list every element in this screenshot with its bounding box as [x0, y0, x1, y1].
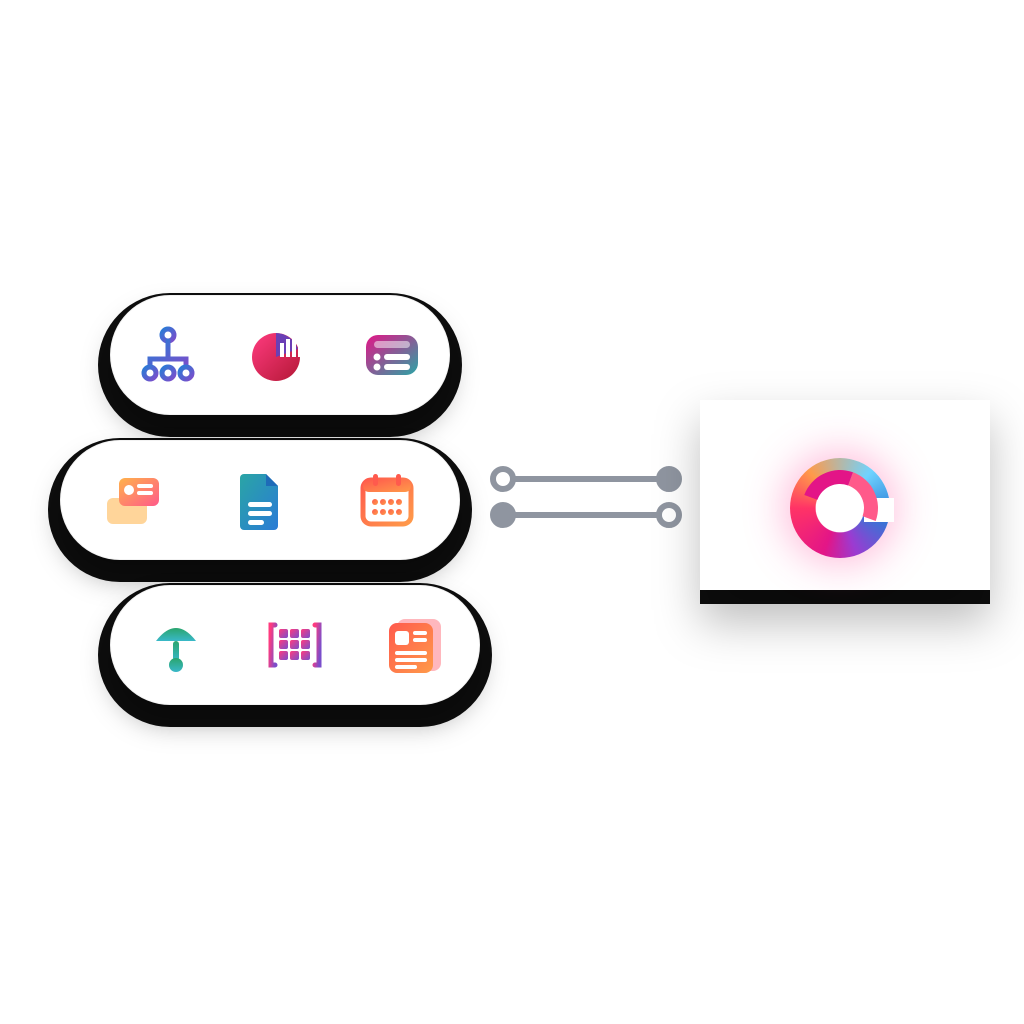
document-icon: [225, 465, 295, 535]
icon-row-3: [110, 585, 480, 705]
sync-connector: [490, 460, 680, 540]
pie-bar-chart-icon: [245, 320, 315, 390]
news-article-icon: [380, 610, 450, 680]
grid-brackets-icon: [260, 610, 330, 680]
lamp-icon: [141, 610, 211, 680]
icon-row-1: [110, 295, 450, 415]
id-cards-icon: [98, 465, 168, 535]
calendar-icon: [352, 465, 422, 535]
integration-diagram: [0, 0, 1024, 1024]
org-chart-icon: [133, 320, 203, 390]
cloud-destination: [700, 400, 990, 600]
list-card-icon: [357, 320, 427, 390]
c-ring-logo-icon: [790, 458, 890, 558]
icon-row-2: [60, 440, 460, 560]
